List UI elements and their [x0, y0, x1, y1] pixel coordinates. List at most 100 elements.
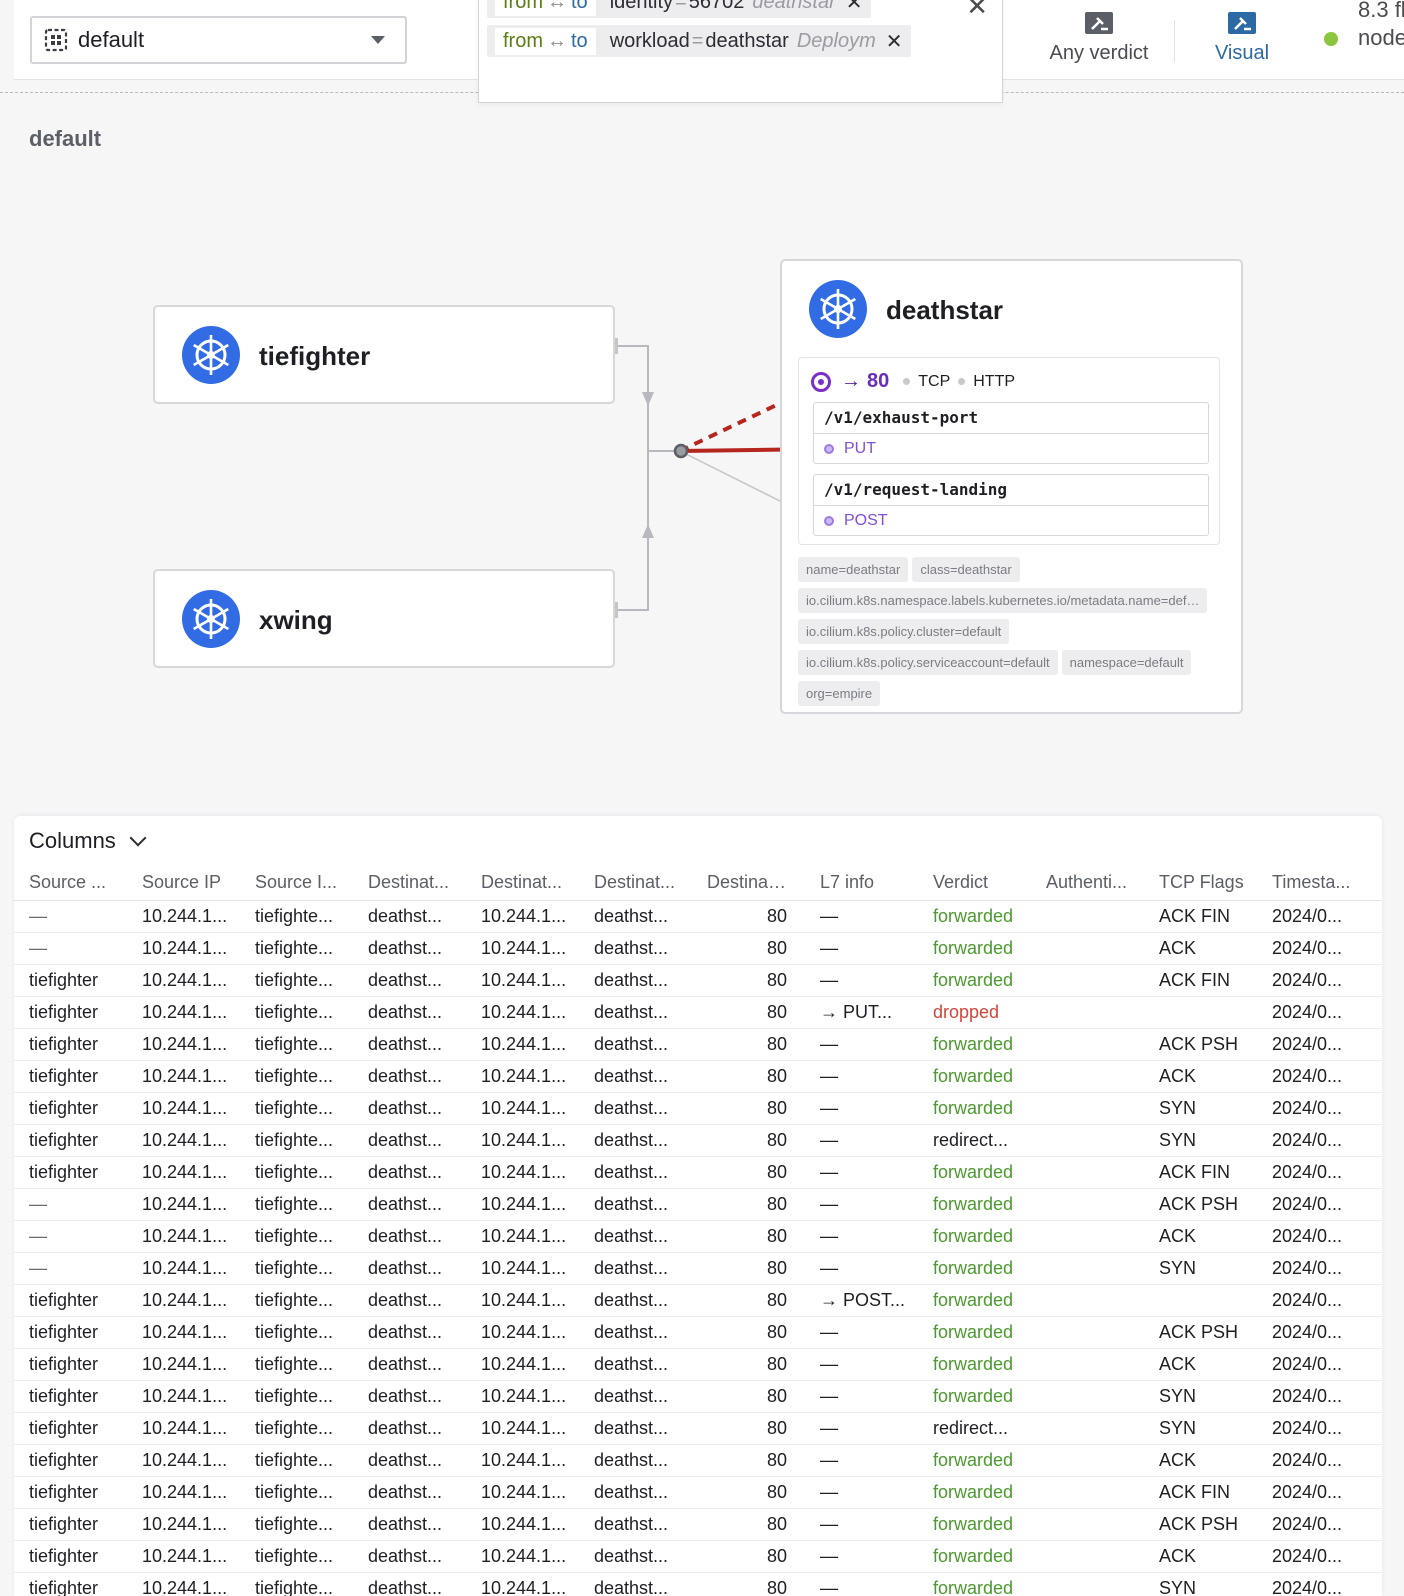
verdict-icon: [1085, 12, 1113, 34]
service-card-deathstar[interactable]: deathstar → 80 TCP HTTP /v1/exhaust-port…: [780, 259, 1243, 714]
table-row[interactable]: —10.244.1... tiefighte... deathst... 10.244…: [14, 1220, 1382, 1253]
table-row[interactable]: tiefighter 10.244.1... tiefighte... deathst…: [14, 1028, 1382, 1061]
close-icon[interactable]: ✕: [966, 0, 988, 22]
table-row[interactable]: tiefighter 10.244.1... tiefighte... deathst…: [14, 1316, 1382, 1349]
table-row[interactable]: tiefighter 10.244.1... tiefighte... deathst…: [14, 1284, 1382, 1317]
table-row[interactable]: tiefighter 10.244.1... tiefighte... deathst…: [14, 1476, 1382, 1509]
table-row[interactable]: tiefighter 10.244.1... tiefighte... deathst…: [14, 1572, 1382, 1596]
table-cell: 80: [692, 1348, 805, 1381]
table-cell: ACK PSH: [1144, 1028, 1257, 1061]
table-cell: [1031, 1092, 1144, 1125]
column-header[interactable]: Destinat...: [353, 866, 466, 901]
column-header[interactable]: Source ...: [14, 866, 127, 901]
table-row[interactable]: tiefighter 10.244.1... tiefighte... deathst…: [14, 1540, 1382, 1573]
table-cell: tiefighter: [14, 1444, 127, 1477]
table-cell: —: [805, 1572, 918, 1596]
table-cell: tiefighte...: [240, 1124, 353, 1157]
table-row[interactable]: tiefighter 10.244.1... tiefighte... deathst…: [14, 1444, 1382, 1477]
http-route[interactable]: /v1/exhaust-port PUT: [813, 402, 1209, 464]
table-cell: deathst...: [579, 1252, 692, 1285]
service-card-tiefighter[interactable]: tiefighter: [153, 305, 615, 404]
table-cell: 80: [692, 1252, 805, 1285]
table-cell: 10.244.1...: [466, 996, 579, 1029]
method-dot: [824, 444, 834, 454]
table-cell: —: [805, 1028, 918, 1061]
http-route[interactable]: /v1/request-landing POST: [813, 474, 1209, 536]
table-cell: 10.244.1...: [466, 1156, 579, 1189]
table-row[interactable]: tiefighter 10.244.1... tiefighte... deathst…: [14, 1092, 1382, 1125]
filter-chip[interactable]: from ↔ to identity = 56702 deathstar ✕: [487, 0, 871, 18]
table-cell: 10.244.1...: [127, 1060, 240, 1093]
filter-chip[interactable]: from ↔ to workload = deathstar Deploym ✕: [487, 25, 911, 57]
table-cell: 80: [692, 1124, 805, 1157]
table-cell: forwarded: [918, 1028, 1031, 1061]
table-row[interactable]: tiefighter 10.244.1... tiefighte... deathst…: [14, 1124, 1382, 1157]
table-cell: dropped: [918, 996, 1031, 1029]
table-row[interactable]: —10.244.1... tiefighte... deathst... 10.244…: [14, 932, 1382, 965]
table-cell: forwarded: [918, 1092, 1031, 1125]
table-cell: [1031, 1220, 1144, 1253]
filter-direction[interactable]: from ↔ to: [495, 27, 596, 55]
table-cell: forwarded: [918, 1540, 1031, 1573]
table-row[interactable]: tiefighter 10.244.1... tiefighte... deathst…: [14, 964, 1382, 997]
table-row[interactable]: tiefighter 10.244.1... tiefighte... deathst…: [14, 1156, 1382, 1189]
namespace-select[interactable]: default: [30, 16, 407, 64]
verdict-filter-label: Any verdict: [1049, 42, 1149, 64]
column-header[interactable]: Timesta...: [1257, 866, 1382, 901]
table-cell: deathst...: [353, 1092, 466, 1125]
table-cell: 80: [692, 1412, 805, 1445]
service-card-xwing[interactable]: xwing: [153, 569, 615, 668]
table-cell: deathst...: [579, 1316, 692, 1349]
column-header[interactable]: Verdict: [918, 866, 1031, 901]
table-cell: ACK: [1144, 1444, 1257, 1477]
table-row[interactable]: tiefighter 10.244.1... tiefighte... deathst…: [14, 1060, 1382, 1093]
table-cell: tiefighte...: [240, 1380, 353, 1413]
table-cell: [1031, 1572, 1144, 1596]
table-cell: SYN: [1144, 1124, 1257, 1157]
table-cell: 2024/0...: [1257, 932, 1382, 965]
column-header[interactable]: Authenti...: [1031, 866, 1144, 901]
remove-filter-icon[interactable]: ✕: [846, 0, 863, 15]
table-cell: tiefighter: [14, 1092, 127, 1125]
flows-table: Source ... Source IP Source I... Destinat..…: [14, 866, 1382, 1596]
table-row[interactable]: tiefighter 10.244.1... tiefighte... deathst…: [14, 1380, 1382, 1413]
table-row[interactable]: tiefighter 10.244.1... tiefighte... deathst…: [14, 1412, 1382, 1445]
column-header[interactable]: Source I...: [240, 866, 353, 901]
visual-toggle-button[interactable]: Visual: [1182, 10, 1302, 70]
table-row[interactable]: tiefighter 10.244.1... tiefighte... deathst…: [14, 1508, 1382, 1541]
table-row[interactable]: tiefighter 10.244.1... tiefighte... deathst…: [14, 1348, 1382, 1381]
table-cell: 10.244.1...: [127, 1220, 240, 1253]
chevron-down-icon: [371, 36, 385, 44]
table-cell: 80: [692, 1060, 805, 1093]
column-header[interactable]: Destinat...: [466, 866, 579, 901]
column-header[interactable]: Source IP: [127, 866, 240, 901]
table-cell: 10.244.1...: [466, 1476, 579, 1509]
table-cell: SYN: [1144, 1092, 1257, 1125]
table-cell: forwarded: [918, 1284, 1031, 1317]
columns-toggle[interactable]: Columns: [29, 828, 147, 854]
column-header[interactable]: TCP Flags: [1144, 866, 1257, 901]
table-cell: forwarded: [918, 1508, 1031, 1541]
table-row[interactable]: tiefighter 10.244.1... tiefighte... deathst…: [14, 996, 1382, 1029]
column-header[interactable]: Destinat...: [579, 866, 692, 901]
verdict-filter-button[interactable]: Any verdict: [1030, 10, 1168, 70]
table-cell: 2024/0...: [1257, 1124, 1382, 1157]
table-cell: forwarded: [918, 1316, 1031, 1349]
table-cell: deathst...: [579, 1284, 692, 1317]
table-row[interactable]: —10.244.1... tiefighte... deathst... 10.244…: [14, 1252, 1382, 1285]
remove-filter-icon[interactable]: ✕: [886, 29, 903, 54]
table-cell: 80: [692, 932, 805, 965]
table-row[interactable]: —10.244.1... tiefighte... deathst... 10.244…: [14, 900, 1382, 933]
column-header[interactable]: L7 info: [805, 866, 918, 901]
table-cell: deathst...: [353, 1188, 466, 1221]
label-badge: namespace=default: [1061, 650, 1192, 675]
table-cell: —: [805, 1124, 918, 1157]
table-cell: tiefighte...: [240, 1316, 353, 1349]
table-cell: deathst...: [579, 964, 692, 997]
table-cell: tiefighte...: [240, 1156, 353, 1189]
table-cell: tiefighte...: [240, 1444, 353, 1477]
table-row[interactable]: —10.244.1... tiefighte... deathst... 10.244…: [14, 1188, 1382, 1221]
column-header[interactable]: Destinat...: [692, 866, 805, 901]
service-labels: name=deathstar class=deathstar io.cilium.…: [798, 557, 1228, 712]
filter-direction[interactable]: from ↔ to: [495, 0, 596, 16]
